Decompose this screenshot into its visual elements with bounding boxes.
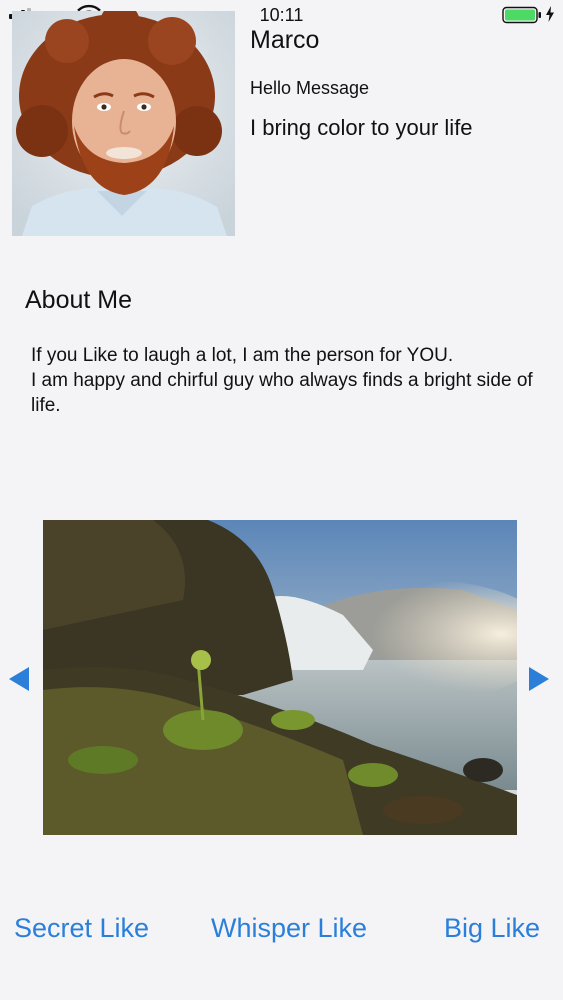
next-photo-button[interactable]: [526, 664, 552, 694]
triangle-left-icon: [9, 667, 29, 691]
profile-screen: 10:11 Marco Hello Message I bring color …: [0, 0, 563, 1000]
triangle-right-icon: [529, 667, 549, 691]
big-like-button[interactable]: Big Like: [444, 913, 540, 944]
about-me-heading: About Me: [25, 286, 133, 314]
hello-message-label[interactable]: Hello Message: [250, 78, 369, 99]
profile-avatar[interactable]: [12, 11, 235, 236]
charging-bolt-icon: [546, 6, 554, 22]
profile-tagline: I bring color to your life: [250, 115, 473, 140]
profile-name: Marco: [250, 26, 320, 54]
battery-icon: [502, 6, 541, 24]
gallery-photo[interactable]: [43, 520, 517, 835]
about-me-text: If you Like to laugh a lot, I am the per…: [31, 345, 533, 416]
previous-photo-button[interactable]: [6, 664, 32, 694]
secret-like-button[interactable]: Secret Like: [14, 913, 149, 944]
whisper-like-button[interactable]: Whisper Like: [211, 913, 367, 944]
